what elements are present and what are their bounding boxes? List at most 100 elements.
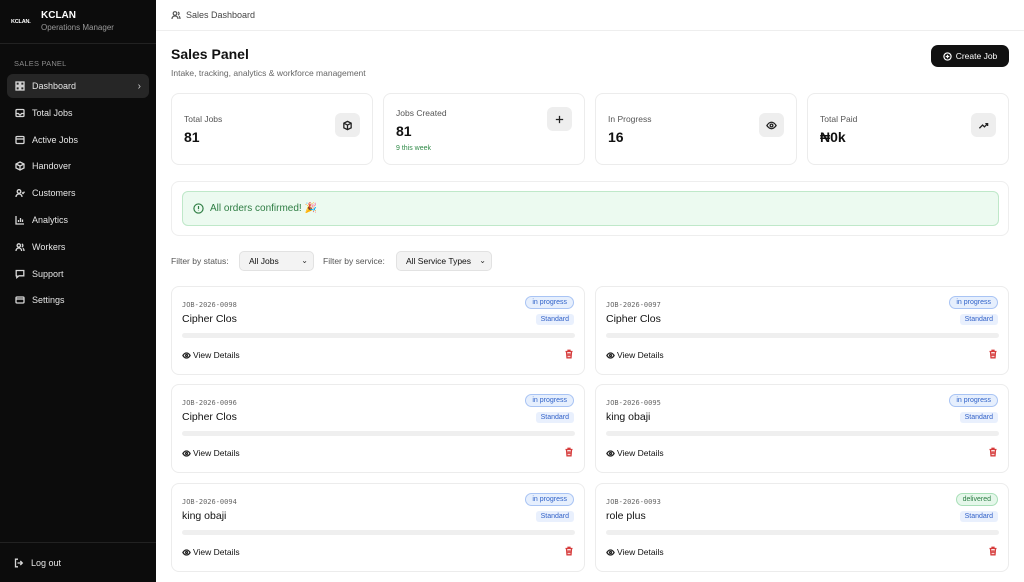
sidebar-item-label: Workers [32, 241, 66, 252]
progress-bar [182, 333, 575, 338]
delete-button[interactable] [988, 349, 998, 359]
job-card: JOB-2026-0094 king obaji in progress Sta… [171, 483, 585, 572]
bar-chart-icon [15, 215, 25, 225]
trash-icon [989, 349, 997, 359]
logout-icon [14, 558, 24, 567]
sidebar-item-dashboard[interactable]: Dashboard › [7, 74, 149, 98]
view-details-label: View Details [617, 448, 664, 458]
delete-button[interactable] [988, 447, 998, 457]
sidebar-item-analytics[interactable]: Analytics [7, 208, 149, 232]
view-details-link[interactable]: View Details [606, 547, 664, 557]
job-id: JOB-2026-0093 [606, 498, 661, 506]
status-badge: in progress [525, 296, 574, 309]
trash-icon [565, 349, 573, 359]
job-id: JOB-2026-0095 [606, 399, 661, 407]
job-card: JOB-2026-0095 king obaji in progress Sta… [595, 384, 1009, 473]
sidebar-item-handover[interactable]: Handover [7, 154, 149, 178]
sidebar-item-label: Active Jobs [32, 134, 79, 145]
status-badge: in progress [525, 394, 574, 407]
status-badge: delivered [955, 493, 998, 506]
view-details-link[interactable]: View Details [606, 448, 664, 458]
eye-icon [759, 113, 784, 137]
sidebar-item-label: Settings [32, 295, 65, 306]
eye-icon [182, 449, 191, 457]
service-type-badge: Standard [535, 314, 574, 325]
service-type-badge: Standard [959, 511, 998, 522]
eye-icon [182, 548, 191, 556]
job-card: JOB-2026-0097 Cipher Clos in progress St… [595, 286, 1009, 375]
alert-container: All orders confirmed! 🎉 [171, 181, 1009, 236]
brand-name: KCLAN [41, 10, 76, 21]
trash-icon [989, 447, 997, 457]
stat-value: ₦0k [820, 129, 846, 145]
trash-icon [565, 447, 573, 457]
brand[interactable]: KCLAN. KCLAN Operations Manager [0, 0, 156, 44]
stat-card-in-progress: In Progress 16 [595, 93, 797, 165]
service-filter-label: Filter by service: [323, 256, 385, 266]
message-icon [15, 269, 25, 279]
sidebar-item-settings[interactable]: Settings [7, 288, 149, 312]
eye-icon [606, 449, 615, 457]
service-filter-select[interactable]: All Service Types ⌄ [396, 251, 492, 271]
stat-card-total-paid: Total Paid ₦0k [807, 93, 1009, 165]
stat-card-jobs-created: Jobs Created 81 9 this week [383, 93, 585, 165]
job-customer-name: Cipher Clos [182, 313, 237, 325]
job-customer-name: king obaji [182, 510, 227, 522]
sidebar-item-active-jobs[interactable]: Active Jobs [7, 128, 149, 152]
sidebar-item-total-jobs[interactable]: Total Jobs [7, 101, 149, 125]
job-customer-name: Cipher Clos [606, 313, 661, 325]
view-details-link[interactable]: View Details [606, 350, 664, 360]
sidebar-nav: Dashboard › Total Jobs Active Jobs Hando… [0, 74, 156, 312]
logout-button[interactable]: Log out [0, 542, 156, 582]
eye-icon [606, 351, 615, 359]
trash-icon [989, 546, 997, 556]
progress-bar [606, 530, 999, 535]
job-customer-name: king obaji [606, 411, 651, 423]
status-filter-value: All Jobs [249, 256, 279, 266]
users-icon [171, 11, 181, 20]
sidebar-item-support[interactable]: Support [7, 262, 149, 286]
chevron-down-icon: ⌄ [301, 256, 308, 265]
view-details-link[interactable]: View Details [182, 547, 240, 557]
stat-label: In Progress [608, 114, 652, 124]
progress-bar [606, 431, 999, 436]
activity-icon [15, 135, 25, 145]
delete-button[interactable] [988, 546, 998, 556]
view-details-link[interactable]: View Details [182, 448, 240, 458]
job-card: JOB-2026-0096 Cipher Clos in progress St… [171, 384, 585, 473]
service-type-badge: Standard [535, 412, 574, 423]
service-type-badge: Standard [535, 511, 574, 522]
delete-button[interactable] [564, 546, 574, 556]
stat-note: 9 this week [396, 145, 432, 152]
box-icon [335, 113, 360, 137]
progress-bar [182, 431, 575, 436]
eye-icon [606, 548, 615, 556]
trending-up-icon [971, 113, 996, 137]
delete-button[interactable] [564, 349, 574, 359]
delete-button[interactable] [564, 447, 574, 457]
sidebar-item-label: Customers [32, 188, 76, 199]
plus-icon[interactable] [547, 107, 572, 131]
sidebar-item-customers[interactable]: Customers [7, 181, 149, 205]
trash-icon [565, 546, 573, 556]
view-details-link[interactable]: View Details [182, 350, 240, 360]
job-id: JOB-2026-0096 [182, 399, 237, 407]
view-details-label: View Details [617, 547, 664, 557]
job-id: JOB-2026-0098 [182, 301, 237, 309]
stat-value: 16 [608, 129, 624, 145]
view-details-label: View Details [193, 547, 240, 557]
topbar: Sales Dashboard [156, 0, 1024, 31]
status-badge: in progress [525, 493, 574, 506]
job-card: JOB-2026-0093 role plus delivered Standa… [595, 483, 1009, 572]
sidebar-item-workers[interactable]: Workers [7, 235, 149, 259]
info-circle-icon [193, 203, 204, 214]
stat-label: Total Jobs [184, 114, 223, 124]
status-filter-select[interactable]: All Jobs ⌄ [239, 251, 314, 271]
package-icon [15, 161, 25, 172]
sidebar: KCLAN. KCLAN Operations Manager SALES PA… [0, 0, 156, 582]
job-card: JOB-2026-0098 Cipher Clos in progress St… [171, 286, 585, 375]
job-id: JOB-2026-0094 [182, 498, 237, 506]
chevron-down-icon: ⌄ [479, 256, 486, 265]
page-subtitle: Intake, tracking, analytics & workforce … [171, 68, 366, 78]
create-job-button[interactable]: Create Job [931, 45, 1009, 67]
